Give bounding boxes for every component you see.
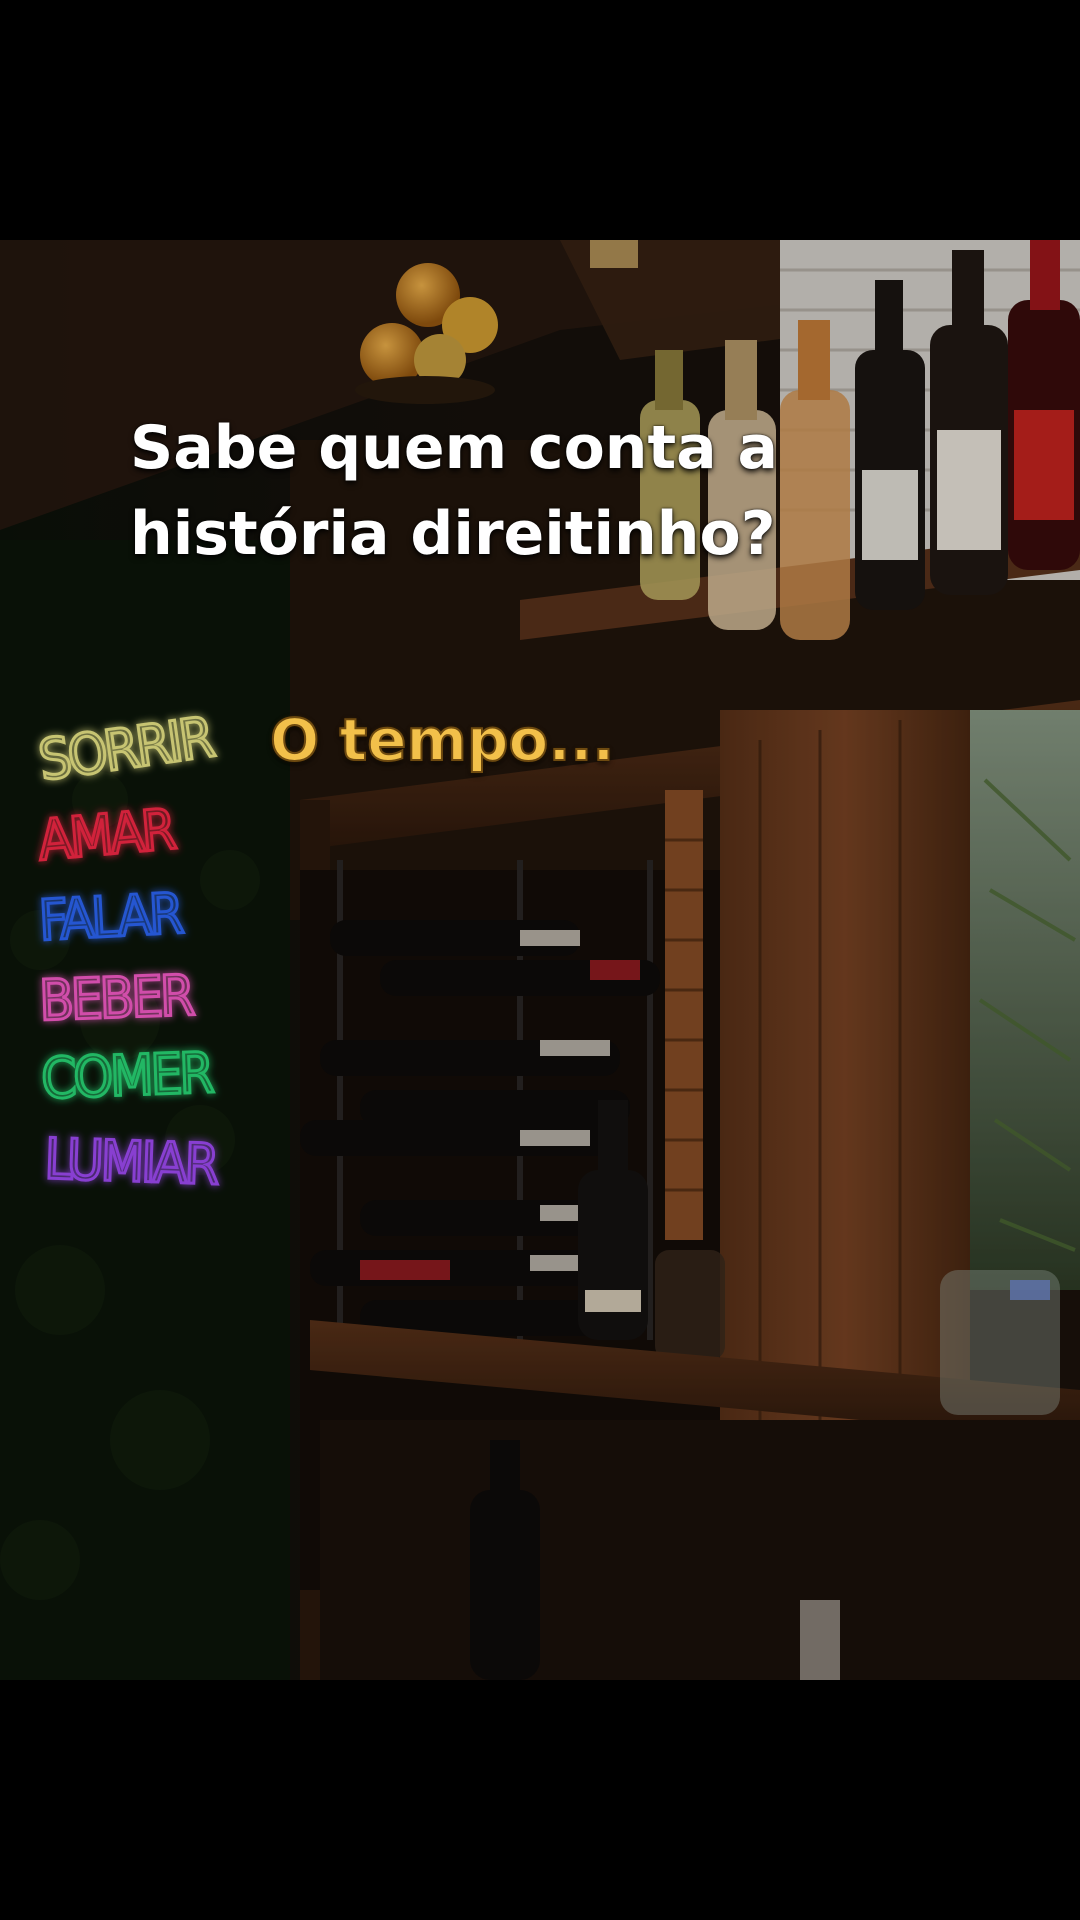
caption-line-1: Sabe quem conta a — [130, 413, 779, 483]
letterbox-bottom — [0, 1680, 1080, 1920]
caption-line-2: história direitinho? — [130, 499, 776, 569]
caption-question: Sabe quem conta a história direitinho? — [130, 405, 890, 577]
caption-highlight: O tempo... — [269, 705, 615, 775]
letterbox-top — [0, 0, 1080, 240]
